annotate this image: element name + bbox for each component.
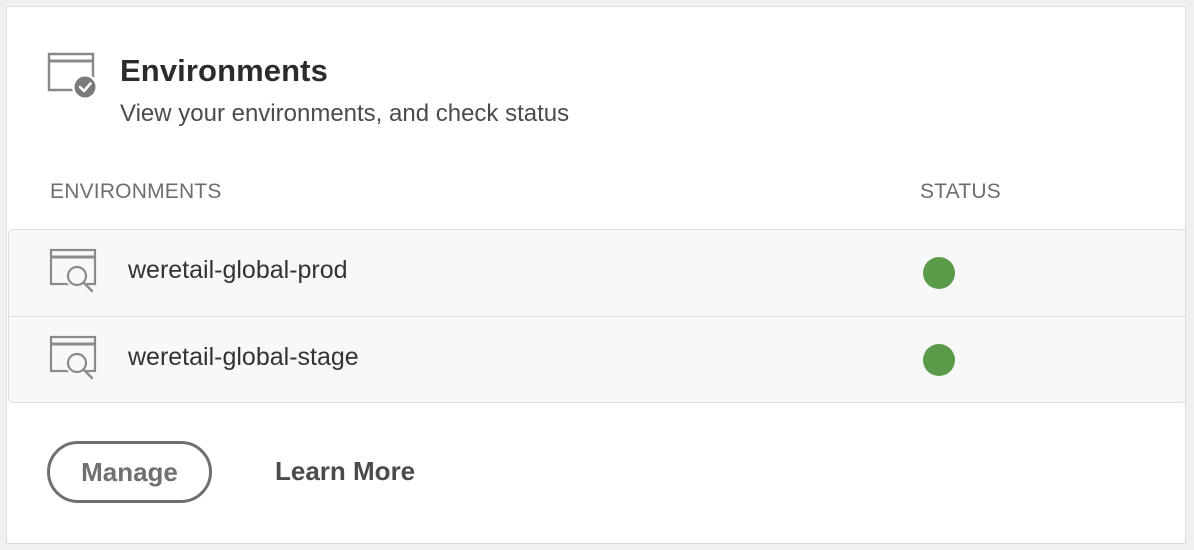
environments-column-header: ENVIRONMENTS <box>50 180 222 203</box>
card-title: Environments <box>120 53 328 88</box>
manage-button[interactable]: Manage <box>47 441 212 503</box>
status-indicator <box>923 257 955 289</box>
environments-card: Environments View your environments, and… <box>6 6 1186 544</box>
browser-search-icon <box>49 335 97 380</box>
status-column-header: STATUS <box>920 180 1001 203</box>
environment-name: weretail-global-prod <box>128 256 348 284</box>
environment-row-stage[interactable]: weretail-global-stage <box>9 316 1185 402</box>
environment-row-prod[interactable]: weretail-global-prod <box>9 230 1185 316</box>
card-subtitle: View your environments, and check status <box>120 100 570 127</box>
browser-check-icon <box>47 52 98 100</box>
environment-name: weretail-global-stage <box>128 343 359 371</box>
learn-more-link[interactable]: Learn More <box>275 456 415 487</box>
browser-search-icon <box>49 248 97 293</box>
environment-list: weretail-global-prod weretail-global-sta… <box>8 229 1186 403</box>
status-indicator <box>923 344 955 376</box>
